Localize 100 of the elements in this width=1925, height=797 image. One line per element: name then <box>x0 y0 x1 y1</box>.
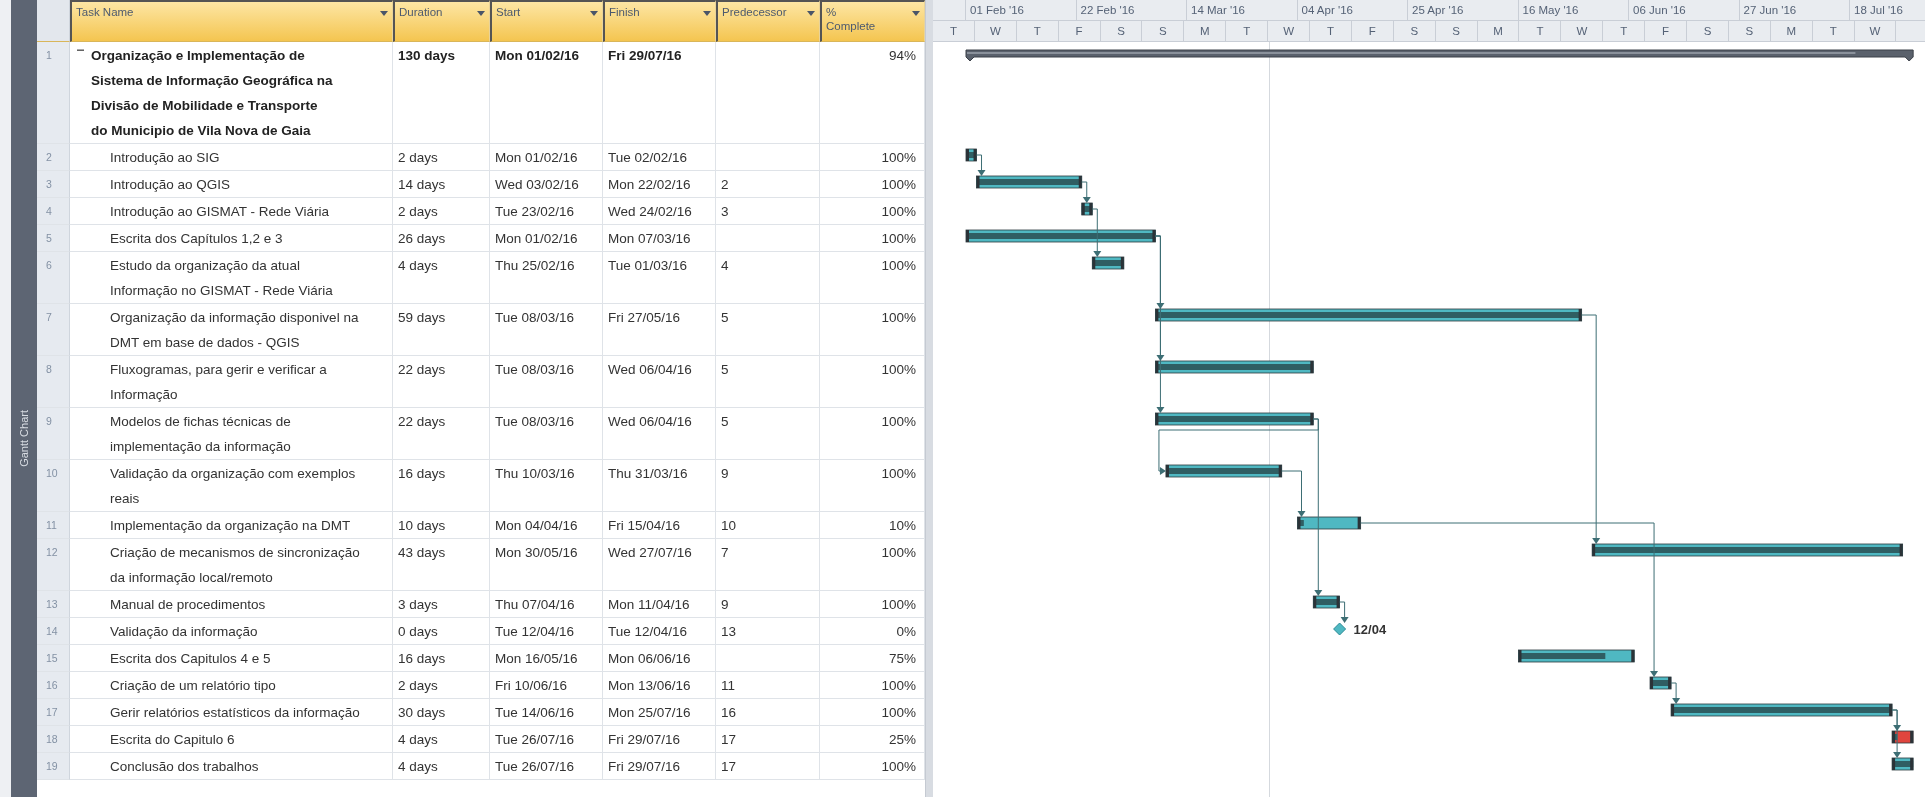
column-header[interactable]: Finish <box>603 0 716 42</box>
row-number: 19 <box>37 753 70 780</box>
row-number: 17 <box>37 699 70 726</box>
column-header[interactable]: Task Name <box>70 0 393 42</box>
table-cell: 5 <box>716 356 820 408</box>
table-cell: Thu 10/03/16 <box>490 460 603 512</box>
table-cell: 0 days <box>393 618 490 645</box>
task-bar <box>1297 516 1362 530</box>
table-cell: 11 <box>716 672 820 699</box>
row-number: 1 <box>37 42 70 144</box>
table-cell: 9 <box>716 591 820 618</box>
table-cell: 22 days <box>393 356 490 408</box>
column-header[interactable]: Start <box>490 0 603 42</box>
row-number: 16 <box>37 672 70 699</box>
task-name: Introdução ao SIG <box>110 149 221 167</box>
table-cell: 22 days <box>393 408 490 460</box>
table-cell: Mon 07/03/16 <box>603 225 716 252</box>
timescale-day: T <box>1603 21 1646 41</box>
row-number: 15 <box>37 645 70 672</box>
table-cell: Thu 31/03/16 <box>603 460 716 512</box>
timescale-day: F <box>1058 21 1101 41</box>
row-number: 11 <box>37 512 70 539</box>
table-cell: Tue 02/02/16 <box>603 144 716 171</box>
timescale-day: T <box>1310 21 1352 41</box>
table-cell: Fri 29/07/16 <box>603 42 716 144</box>
timescale-day: F <box>1645 21 1688 41</box>
table-cell: 130 days <box>393 42 490 144</box>
milestone-label: 12/04 <box>1353 622 1387 637</box>
task-name: Conclusão dos trabalhos <box>110 758 260 776</box>
view-label: Gantt Chart <box>17 410 31 467</box>
table-cell: Fri 29/07/16 <box>603 726 716 753</box>
table-cell: Mon 30/05/16 <box>490 539 603 591</box>
table-cell: Tue 12/04/16 <box>490 618 603 645</box>
table-cell: Fri 10/06/16 <box>490 672 603 699</box>
table-cell: Tue 14/06/16 <box>490 699 603 726</box>
timescale-day: S <box>1142 21 1185 41</box>
column-header[interactable]: % Complete <box>820 0 925 42</box>
table-cell: Mon 01/02/16 <box>490 225 603 252</box>
table-cell: Wed 27/07/16 <box>603 539 716 591</box>
table-cell: 4 days <box>393 726 490 753</box>
table-cell: Fri 29/07/16 <box>603 753 716 780</box>
timescale-label: 18 Jul '16 <box>1853 3 1904 18</box>
timescale-label: 04 Apr '16 <box>1297 0 1408 20</box>
task-bar <box>1649 676 1672 690</box>
timescale-day: T <box>1226 21 1269 41</box>
task-name: Escrita dos Capitulos 4 e 5 <box>110 650 272 668</box>
task-name: Implementação da organização na DMT <box>110 517 352 535</box>
table-cell: Tue 01/03/16 <box>603 252 716 304</box>
table-cell: 30 days <box>393 699 490 726</box>
timescale-day: M <box>1770 21 1813 41</box>
table-cell: Wed 06/04/16 <box>603 408 716 460</box>
table-cell: 5 <box>716 408 820 460</box>
task-name: Validação da organização com exemplos reais <box>110 465 357 508</box>
table-cell: 13 <box>716 618 820 645</box>
connector-arrow <box>1091 208 1102 257</box>
row-number: 18 <box>37 726 70 753</box>
table-cell: Tue 08/03/16 <box>490 304 603 356</box>
timescale-day: F <box>1351 21 1394 41</box>
task-name: Introdução ao GISMAT - Rede Viária <box>110 203 331 221</box>
table-cell: Mon 11/04/16 <box>603 591 716 618</box>
timescale-day: S <box>1435 21 1478 41</box>
table-cell: Mon 13/06/16 <box>603 672 716 699</box>
column-header[interactable]: Predecessor <box>716 0 820 42</box>
timescale-day: M <box>1184 21 1227 41</box>
table-cell: 2 days <box>393 672 490 699</box>
timescale-label: 06 Jun '16 <box>1629 0 1740 20</box>
table-cell: Wed 24/02/16 <box>603 198 716 225</box>
table-cell: 59 days <box>393 304 490 356</box>
task-name: Escrita do Capitulo 6 <box>110 731 236 749</box>
timescale-day: T <box>1016 21 1059 41</box>
table-cell: 26 days <box>393 225 490 252</box>
timescale-label: 01 Feb '16 <box>966 0 1077 20</box>
timescale-label: 25 Apr '16 <box>1408 0 1519 20</box>
timescale-label: 22 Feb '16 <box>1076 0 1187 20</box>
task-name: Organização e Implementação de Sistema de Informação Geográfica na Divisão de Mobilidade e Transporte do Municipio de Vila Nova de Gaia <box>91 47 334 140</box>
table-cell: Mon 06/06/16 <box>603 645 716 672</box>
table-cell: 4 <box>716 252 820 304</box>
table-cell: 4 days <box>393 252 490 304</box>
task-bar <box>1891 730 1914 744</box>
pane-splitter[interactable] <box>925 0 933 797</box>
task-name: Introdução ao QGIS <box>110 176 232 194</box>
column-header[interactable]: Duration <box>393 0 490 42</box>
row-number: 13 <box>37 591 70 618</box>
table-cell: 17 <box>716 726 820 753</box>
timescale-day: W <box>1854 21 1897 41</box>
task-name: Modelos de fichas técnicas de implementação da informação <box>110 413 292 456</box>
table-cell: Fri 15/04/16 <box>603 512 716 539</box>
timescale-day: T <box>933 21 975 41</box>
timescale-day: M <box>1477 21 1520 41</box>
dropdown-icon <box>477 11 485 16</box>
row-number: 14 <box>37 618 70 645</box>
select-all-corner[interactable] <box>37 0 70 42</box>
table-cell: 43 days <box>393 539 490 591</box>
table-cell: Mon 22/02/16 <box>603 171 716 198</box>
table-cell: Tue 23/02/16 <box>490 198 603 225</box>
task-bar <box>1081 202 1093 216</box>
table-cell: Mon 16/05/16 <box>490 645 603 672</box>
dropdown-icon <box>590 11 598 16</box>
dropdown-icon <box>912 11 920 16</box>
timescale-label: 16 May '16 <box>1518 0 1629 20</box>
